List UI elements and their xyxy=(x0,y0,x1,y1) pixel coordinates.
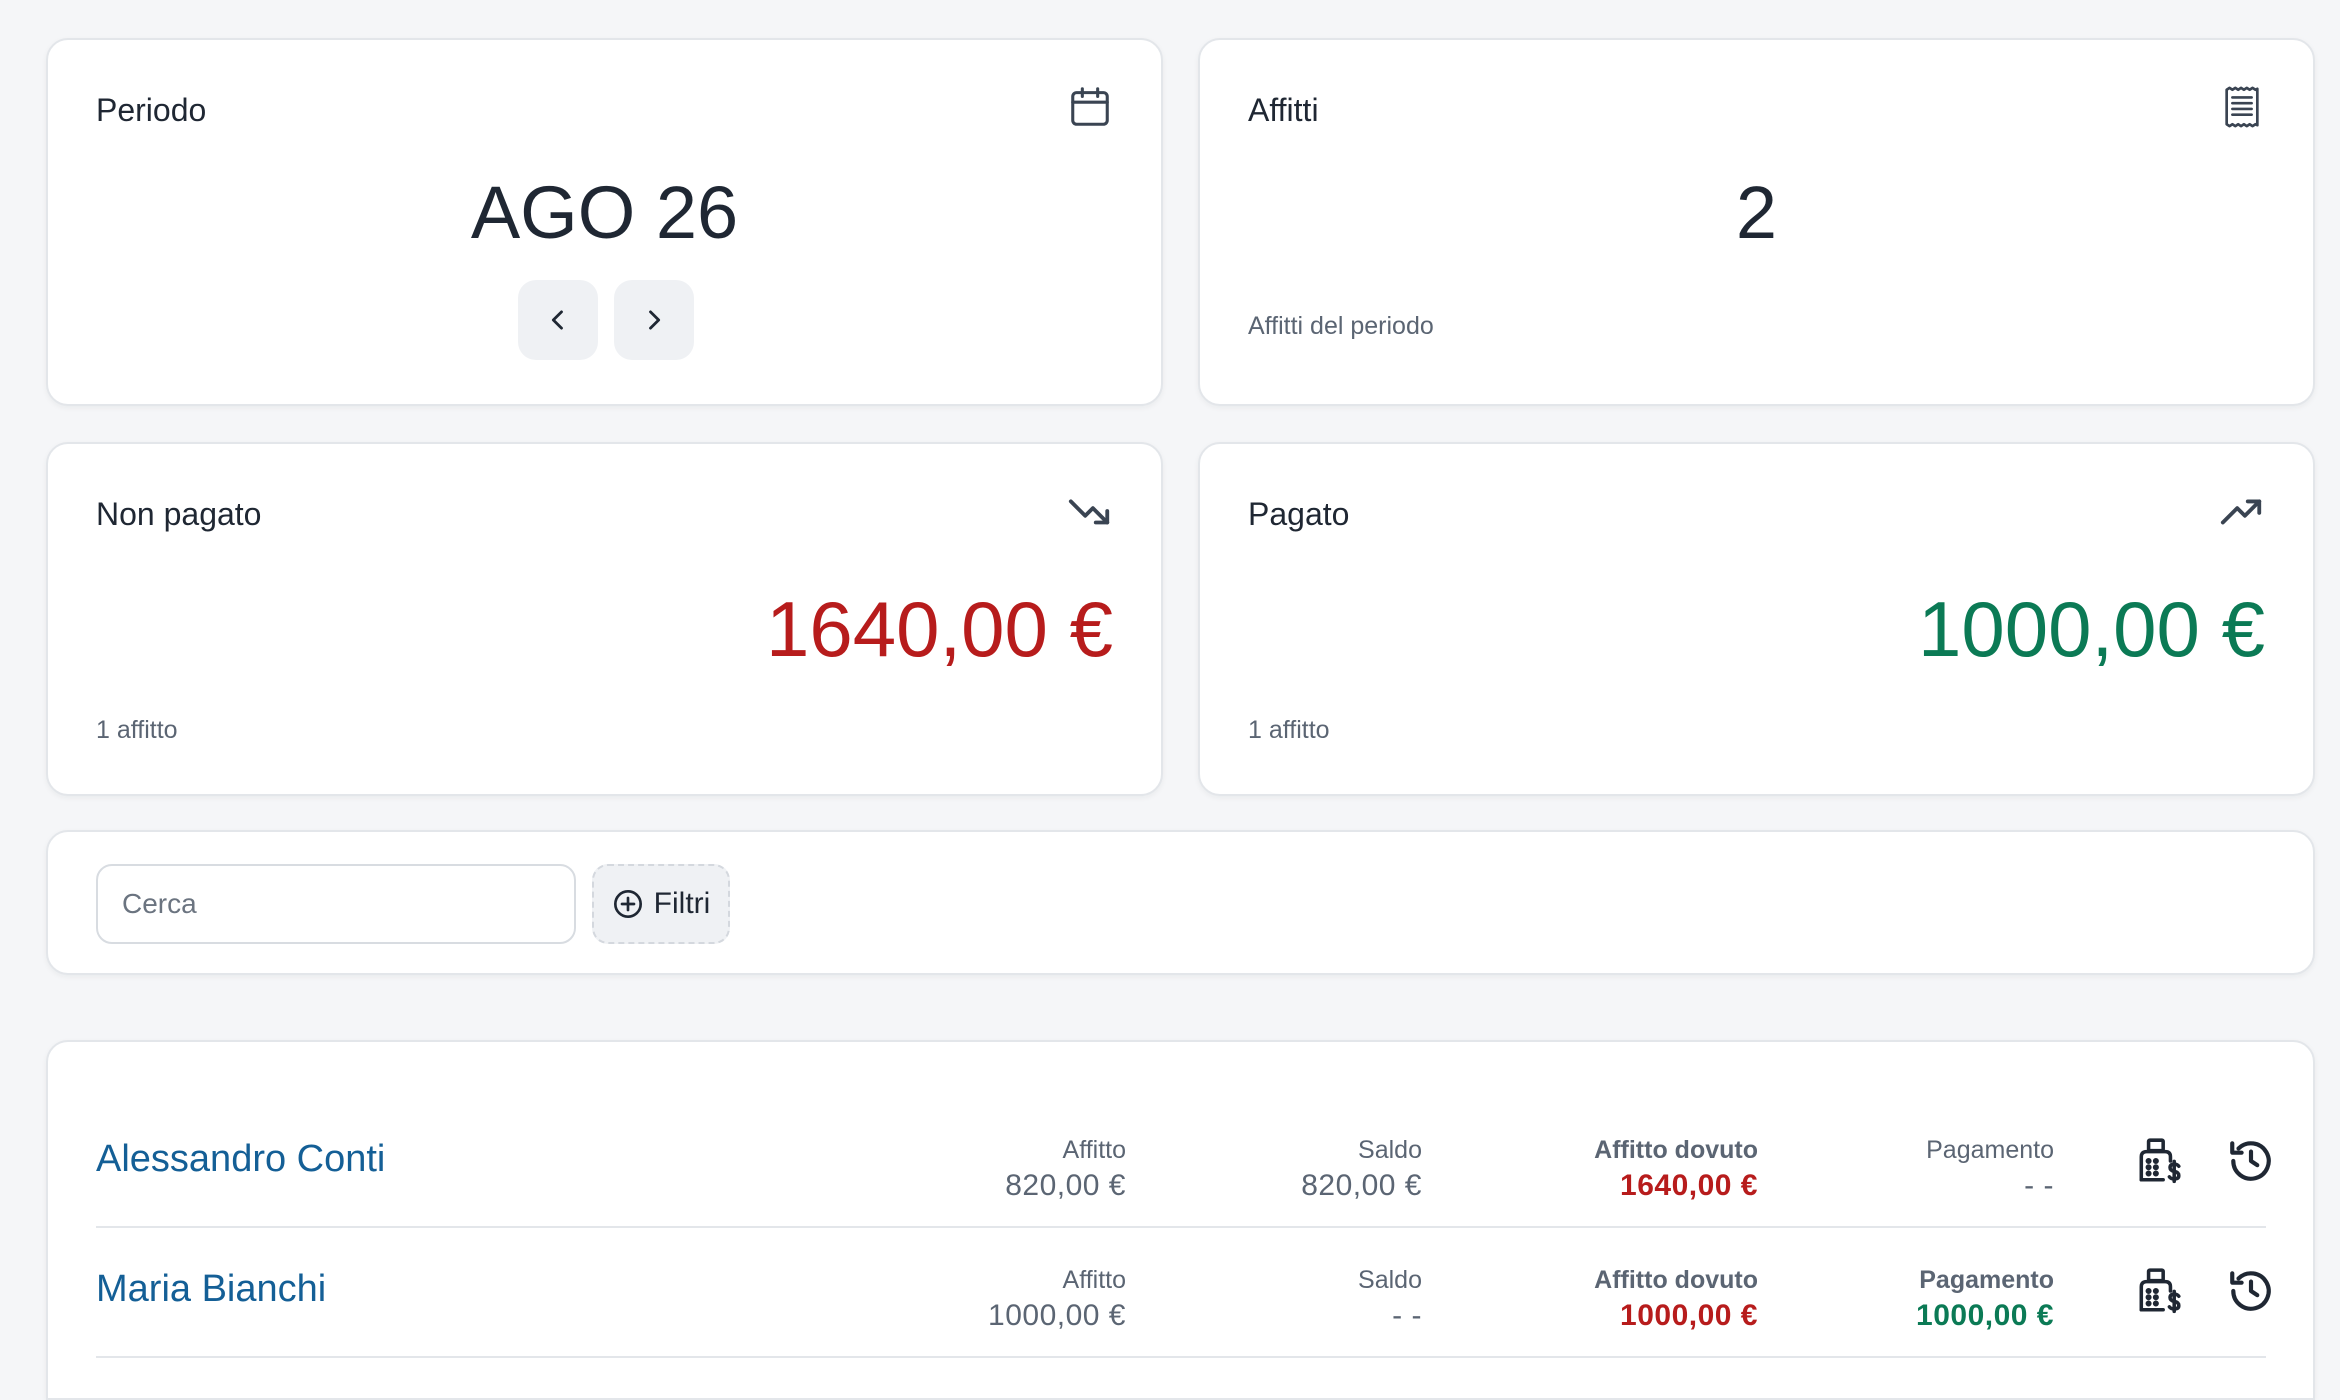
rent-value: 820,00 € xyxy=(1005,1169,1126,1202)
balance-column: Saldo - - xyxy=(1162,1264,1422,1336)
paid-card-subtitle: 1 affitto xyxy=(1248,716,1330,744)
filters-button[interactable]: Filtri xyxy=(592,864,730,944)
rent-column: Affitto 1000,00 € xyxy=(866,1264,1126,1336)
period-value: AGO 26 xyxy=(470,171,739,254)
trending-up-icon xyxy=(2219,488,2265,534)
unpaid-card-subtitle: 1 affitto xyxy=(96,716,178,744)
chevron-right-icon xyxy=(649,310,661,330)
calendar-icon xyxy=(1067,84,1113,130)
rents-count-value: 2 xyxy=(1735,171,1778,254)
rent-label: Affitto xyxy=(1062,1136,1126,1164)
rent-label: Affitto xyxy=(1062,1266,1126,1294)
table-row: Alessandro Conti Affitto 820,00 € Saldo … xyxy=(96,1098,2271,1228)
balance-value: 820,00 € xyxy=(1301,1169,1422,1202)
rents-card-subtitle: Affitti del periodo xyxy=(1248,312,1434,340)
unpaid-amount: 1640,00 € xyxy=(765,585,1113,673)
payment-column: Pagamento 1000,00 € xyxy=(1754,1264,2054,1336)
register-payment-icon[interactable] xyxy=(2134,1136,2184,1186)
next-period-button[interactable] xyxy=(614,280,694,360)
payment-value: - - xyxy=(2024,1169,2054,1202)
tenant-name-link[interactable]: Maria Bianchi xyxy=(96,1268,326,1311)
due-label: Affitto dovuto xyxy=(1594,1136,1758,1164)
balance-value: - - xyxy=(1392,1299,1422,1332)
receipt-icon xyxy=(2219,84,2265,130)
due-column: Affitto dovuto 1000,00 € xyxy=(1458,1264,1758,1336)
paid-card-title: Pagato xyxy=(1248,496,1350,532)
table-row: Maria Bianchi Affitto 1000,00 € Saldo - … xyxy=(96,1228,2271,1358)
filters-button-label: Filtri xyxy=(653,887,711,920)
history-icon[interactable] xyxy=(2226,1266,2276,1316)
rent-column: Affitto 820,00 € xyxy=(866,1134,1126,1206)
balance-column: Saldo 820,00 € xyxy=(1162,1134,1422,1206)
due-value: 1640,00 € xyxy=(1620,1169,1758,1202)
unpaid-card: Non pagato 1640,00 € 1 affitto xyxy=(46,442,1163,796)
due-label: Affitto dovuto xyxy=(1594,1266,1758,1294)
unpaid-card-title: Non pagato xyxy=(96,496,262,532)
balance-label: Saldo xyxy=(1358,1266,1422,1294)
search-input[interactable] xyxy=(96,864,576,944)
payment-value: 1000,00 € xyxy=(1916,1299,2054,1332)
previous-period-button[interactable] xyxy=(518,280,598,360)
payment-label: Pagamento xyxy=(1926,1136,2054,1164)
paid-card: Pagato 1000,00 € 1 affitto xyxy=(1198,442,2315,796)
trending-down-icon xyxy=(1067,488,1113,534)
search-bar-card: Filtri xyxy=(46,830,2315,975)
history-icon[interactable] xyxy=(2226,1136,2276,1186)
period-card: Periodo AGO 26 xyxy=(46,38,1163,406)
paid-amount: 1000,00 € xyxy=(1917,585,2265,673)
balance-label: Saldo xyxy=(1358,1136,1422,1164)
rents-card-title: Affitti xyxy=(1248,92,1319,128)
register-payment-icon[interactable] xyxy=(2134,1266,2184,1316)
payment-column: Pagamento - - xyxy=(1754,1134,2054,1206)
period-card-title: Periodo xyxy=(96,92,207,128)
rents-list-card: Alessandro Conti Affitto 820,00 € Saldo … xyxy=(46,1040,2315,1400)
payment-label: Pagamento xyxy=(1919,1266,2054,1294)
plus-circle-icon xyxy=(613,890,642,918)
due-value: 1000,00 € xyxy=(1620,1299,1758,1332)
tenant-name-link[interactable]: Alessandro Conti xyxy=(96,1138,385,1181)
due-column: Affitto dovuto 1640,00 € xyxy=(1458,1134,1758,1206)
chevron-left-icon xyxy=(551,310,563,330)
rent-value: 1000,00 € xyxy=(988,1299,1126,1332)
rents-card: Affitti 2 Affitti del periodo xyxy=(1198,38,2315,406)
